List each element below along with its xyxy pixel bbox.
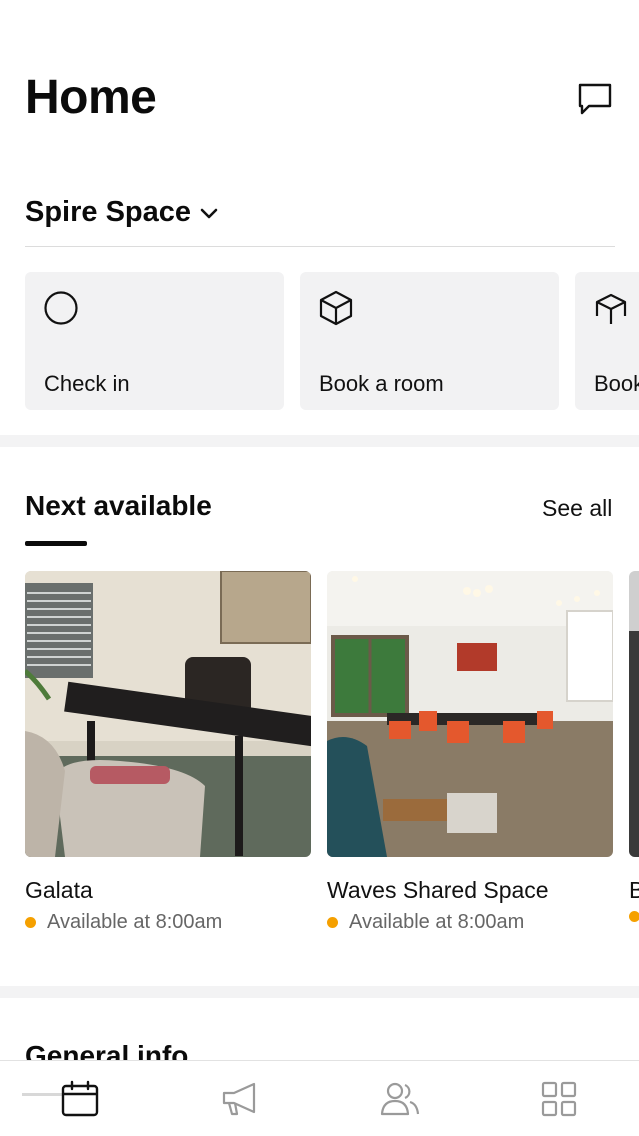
- page-title: Home: [25, 71, 157, 124]
- tab-announcements[interactable]: [219, 1079, 261, 1119]
- room-photo-partial: [629, 571, 639, 857]
- circle-icon: [44, 291, 78, 325]
- tab-indicator: [22, 1093, 62, 1096]
- next-available-title: Next available: [25, 490, 212, 521]
- status-dot: [327, 917, 338, 928]
- room-name: B: [629, 877, 639, 903]
- header-divider: [25, 246, 615, 247]
- room-card-partial[interactable]: B: [629, 571, 639, 922]
- chevron-down-icon: [200, 208, 218, 218]
- room-status: [629, 911, 639, 922]
- book-desk-button[interactable]: Book: [575, 272, 639, 410]
- room-status: Available at 8:00am: [327, 911, 524, 934]
- quick-actions: Check in Book a room Book: [25, 272, 639, 410]
- open-box-icon: [595, 293, 627, 324]
- tab-bar: [0, 1060, 639, 1136]
- check-in-button[interactable]: Check in: [25, 272, 284, 410]
- room-card-waves[interactable]: Waves Shared Space Available at 8:00am: [327, 571, 613, 933]
- status-text: Available at 8:00am: [349, 911, 525, 933]
- cube-icon: [319, 290, 353, 326]
- chat-bubble-icon: [578, 83, 612, 115]
- space-selector[interactable]: Spire Space: [25, 196, 219, 229]
- status-dot: [629, 911, 639, 922]
- see-all-link[interactable]: See all: [542, 495, 612, 522]
- book-room-button[interactable]: Book a room: [300, 272, 559, 410]
- chat-button[interactable]: [574, 80, 616, 118]
- room-card-galata[interactable]: Galata Available at 8:00am: [25, 571, 311, 933]
- check-in-label: Check in: [44, 371, 130, 396]
- tab-people[interactable]: [379, 1079, 421, 1119]
- tab-calendar[interactable]: [59, 1079, 101, 1119]
- office-photo: [25, 571, 311, 857]
- header: Home Spire Space: [0, 0, 639, 260]
- status-dot: [25, 917, 36, 928]
- status-text: Available at 8:00am: [47, 911, 223, 933]
- section-underline: [25, 541, 87, 546]
- tab-more[interactable]: [538, 1079, 580, 1119]
- room-photo: [25, 571, 311, 857]
- people-icon: [380, 1082, 420, 1116]
- room-name: Galata: [25, 877, 93, 903]
- calendar-icon: [61, 1080, 99, 1117]
- grid-icon: [541, 1081, 577, 1117]
- room-carousel[interactable]: Galata Available at 8:00am Waves Shared …: [25, 571, 639, 941]
- book-desk-label: Book: [594, 371, 639, 396]
- room-name: Waves Shared Space: [327, 877, 549, 903]
- space-name: Spire Space: [25, 196, 192, 228]
- room-photo: [629, 571, 639, 857]
- section-separator: [0, 435, 639, 447]
- meeting-room-photo: [327, 571, 613, 857]
- megaphone-icon: [222, 1082, 256, 1116]
- room-photo: [327, 571, 613, 857]
- book-room-label: Book a room: [319, 371, 444, 396]
- section-separator: [0, 986, 639, 998]
- room-status: Available at 8:00am: [25, 911, 222, 934]
